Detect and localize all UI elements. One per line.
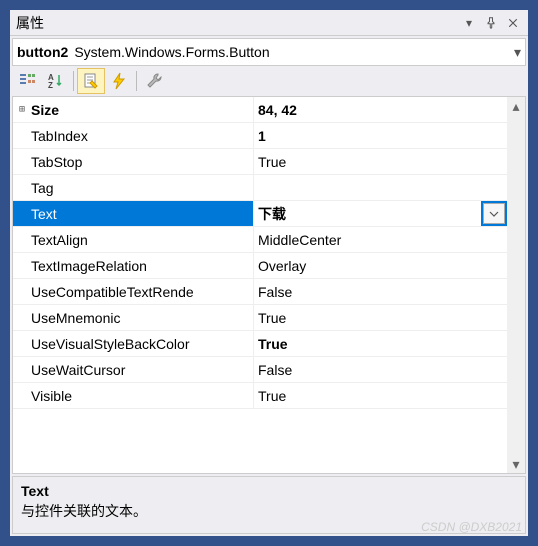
expand-icon <box>13 383 31 408</box>
scroll-up-icon[interactable]: ▴ <box>507 97 525 115</box>
scrollbar[interactable]: ▴ ▾ <box>507 97 525 473</box>
property-row[interactable]: UseWaitCursorFalse <box>13 357 507 383</box>
alphabetical-button[interactable]: A Z <box>42 68 70 94</box>
property-value[interactable]: False <box>253 357 507 382</box>
property-name: UseWaitCursor <box>31 357 253 382</box>
property-value[interactable]: True <box>253 331 507 356</box>
pin-icon[interactable] <box>480 12 502 34</box>
property-name: UseVisualStyleBackColor <box>31 331 253 356</box>
events-button[interactable] <box>105 68 133 94</box>
property-grid: ⊞Size84, 42TabIndex1TabStopTrueTagText下载… <box>12 96 526 474</box>
property-value[interactable]: 84, 42 <box>253 97 507 122</box>
titlebar: 属性 ▾ <box>10 10 528 36</box>
property-value[interactable]: True <box>253 383 507 408</box>
toolbar: A Z <box>12 66 526 96</box>
property-value[interactable]: Overlay <box>253 253 507 278</box>
property-row[interactable]: Text下载 <box>13 201 507 227</box>
property-name: Text <box>31 201 253 226</box>
property-row[interactable]: TabStopTrue <box>13 149 507 175</box>
toolbar-separator <box>73 71 74 91</box>
expand-icon <box>13 149 31 174</box>
property-value[interactable]: True <box>253 305 507 330</box>
object-selector[interactable]: button2 System.Windows.Forms.Button ▾ <box>12 38 526 66</box>
property-name: TextImageRelation <box>31 253 253 278</box>
wrench-icon[interactable] <box>140 68 168 94</box>
property-row[interactable]: UseCompatibleTextRendeFalse <box>13 279 507 305</box>
property-row[interactable]: VisibleTrue <box>13 383 507 409</box>
property-name: TabStop <box>31 149 253 174</box>
properties-panel: 属性 ▾ button2 System.Windows.Forms.Button… <box>10 10 528 536</box>
dropdown-icon[interactable]: ▾ <box>458 12 480 34</box>
property-row[interactable]: ⊞Size84, 42 <box>13 97 507 123</box>
property-value[interactable]: 1 <box>253 123 507 148</box>
close-icon[interactable] <box>502 12 524 34</box>
expand-icon <box>13 201 31 226</box>
property-row[interactable]: UseMnemonicTrue <box>13 305 507 331</box>
categorized-button[interactable] <box>14 68 42 94</box>
svg-text:Z: Z <box>48 81 53 90</box>
description-name: Text <box>21 483 517 499</box>
property-name: TextAlign <box>31 227 253 252</box>
properties-button[interactable] <box>77 68 105 94</box>
expand-icon <box>13 357 31 382</box>
expand-icon <box>13 253 31 278</box>
property-name: TabIndex <box>31 123 253 148</box>
object-type: System.Windows.Forms.Button <box>74 44 514 60</box>
scroll-down-icon[interactable]: ▾ <box>507 455 525 473</box>
expand-icon <box>13 305 31 330</box>
property-value[interactable]: MiddleCenter <box>253 227 507 252</box>
property-name: Visible <box>31 383 253 408</box>
watermark: CSDN @DXB2021 <box>421 520 522 534</box>
property-row[interactable]: UseVisualStyleBackColorTrue <box>13 331 507 357</box>
expand-icon <box>13 279 31 304</box>
chevron-down-icon[interactable] <box>483 203 505 224</box>
property-value[interactable] <box>253 175 507 200</box>
expand-icon[interactable]: ⊞ <box>13 97 31 122</box>
expand-icon <box>13 227 31 252</box>
property-name: Size <box>31 97 253 122</box>
expand-icon <box>13 175 31 200</box>
property-name: UseCompatibleTextRende <box>31 279 253 304</box>
expand-icon <box>13 331 31 356</box>
chevron-down-icon: ▾ <box>514 44 521 61</box>
property-name: Tag <box>31 175 253 200</box>
scroll-track[interactable] <box>507 115 525 455</box>
object-name: button2 <box>17 44 68 60</box>
description-text: 与控件关联的文本。 <box>21 501 517 521</box>
property-row[interactable]: TabIndex1 <box>13 123 507 149</box>
property-value[interactable]: True <box>253 149 507 174</box>
property-row[interactable]: TextImageRelationOverlay <box>13 253 507 279</box>
property-name: UseMnemonic <box>31 305 253 330</box>
property-row[interactable]: TextAlignMiddleCenter <box>13 227 507 253</box>
toolbar-separator <box>136 71 137 91</box>
property-value[interactable]: 下载 <box>253 201 481 226</box>
panel-title: 属性 <box>16 13 458 33</box>
property-value[interactable]: False <box>253 279 507 304</box>
expand-icon <box>13 123 31 148</box>
property-row[interactable]: Tag <box>13 175 507 201</box>
